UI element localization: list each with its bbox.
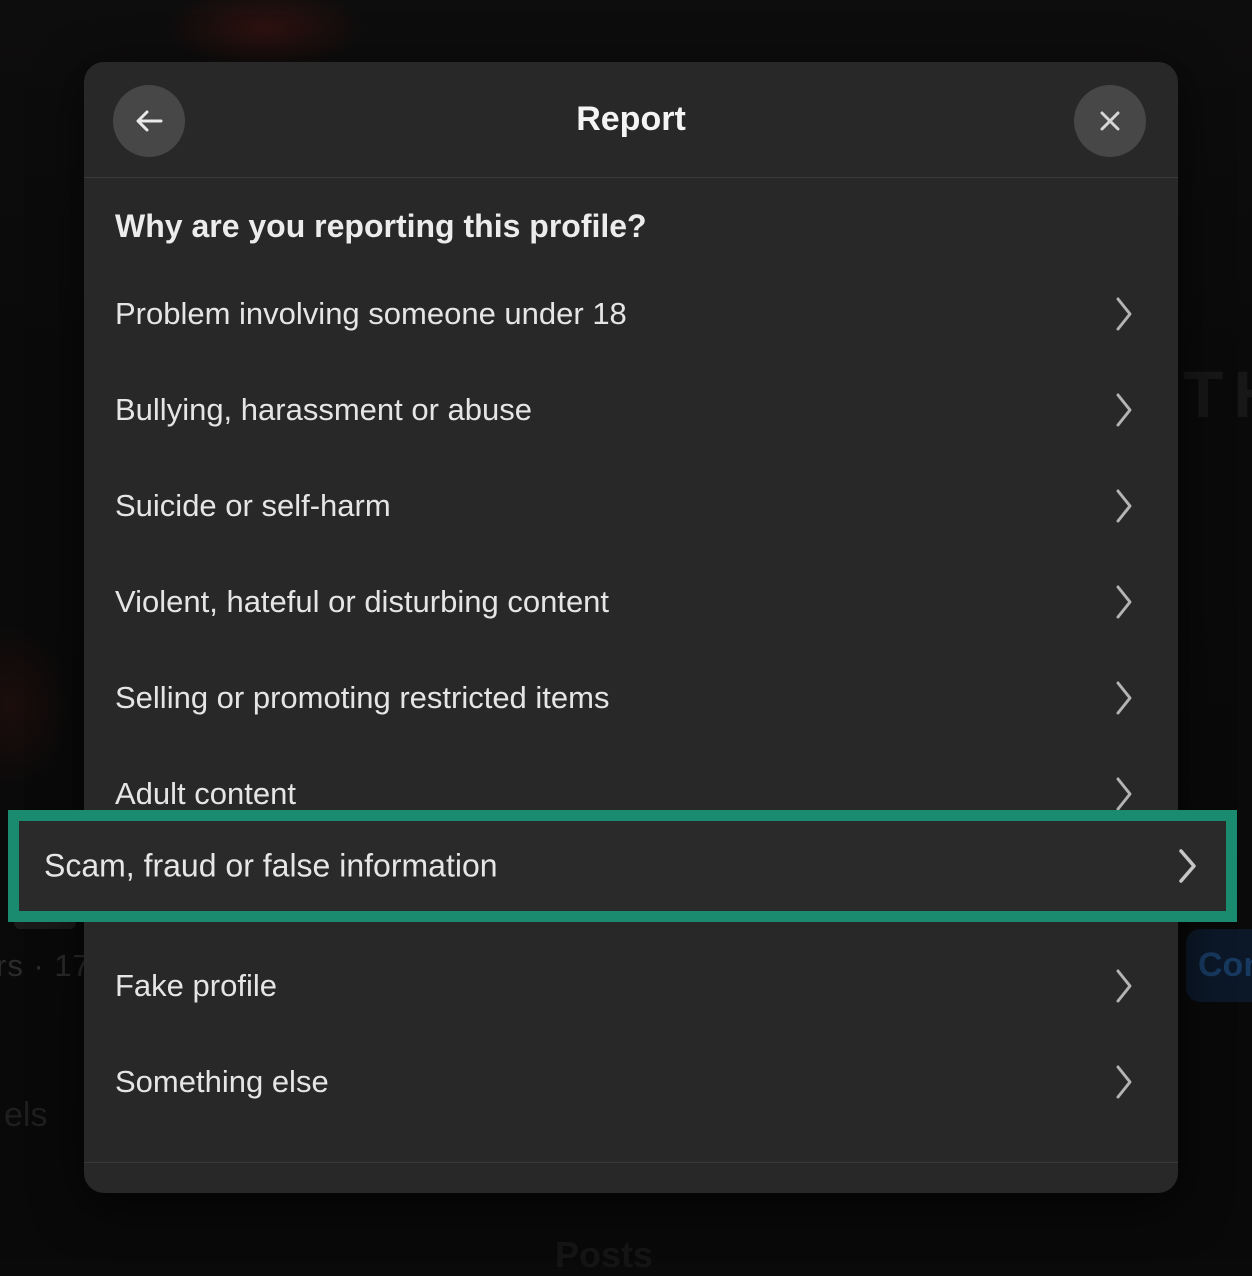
- back-arrow-icon: [131, 103, 167, 139]
- option-label: Adult content: [115, 776, 296, 812]
- option-suicide[interactable]: Suicide or self-harm: [84, 458, 1178, 554]
- report-dialog-header: Report: [84, 62, 1178, 178]
- option-label: Something else: [115, 1064, 329, 1100]
- report-dialog: Report Why are you reporting this profil…: [84, 62, 1178, 1193]
- option-label: Problem involving someone under 18: [115, 296, 627, 332]
- chevron-right-icon: [1113, 391, 1135, 429]
- footer-divider: [84, 1162, 1178, 1163]
- option-scam-fraud-highlighted[interactable]: Scam, fraud or false information: [8, 810, 1237, 922]
- chevron-right-icon: [1113, 679, 1135, 717]
- option-under-18[interactable]: Problem involving someone under 18: [84, 266, 1178, 362]
- option-violent[interactable]: Violent, hateful or disturbing content: [84, 554, 1178, 650]
- option-label: Suicide or self-harm: [115, 488, 391, 524]
- report-question-heading: Why are you reporting this profile?: [115, 208, 647, 245]
- followers-count-fragment: rs · 17: [0, 948, 91, 984]
- option-something-else[interactable]: Something else: [84, 1034, 1178, 1130]
- close-button[interactable]: [1074, 85, 1146, 157]
- option-selling[interactable]: Selling or promoting restricted items: [84, 650, 1178, 746]
- option-label: Violent, hateful or disturbing content: [115, 584, 609, 620]
- chevron-right-icon: [1175, 846, 1199, 886]
- option-label: Fake profile: [115, 968, 277, 1004]
- option-fake-profile[interactable]: Fake profile: [84, 938, 1178, 1034]
- chevron-right-icon: [1113, 487, 1135, 525]
- reels-tab-fragment: els: [4, 1096, 47, 1135]
- option-label: Bullying, harassment or abuse: [115, 392, 532, 428]
- contact-button-fragment: Con: [1186, 929, 1252, 1002]
- option-bullying[interactable]: Bullying, harassment or abuse: [84, 362, 1178, 458]
- close-icon: [1094, 105, 1126, 137]
- background-big-letters: TH: [1183, 356, 1252, 432]
- option-label: Scam, fraud or false information: [44, 848, 498, 885]
- chevron-right-icon: [1113, 295, 1135, 333]
- dialog-title: Report: [576, 100, 686, 139]
- chevron-right-icon: [1113, 967, 1135, 1005]
- chevron-right-icon: [1113, 1063, 1135, 1101]
- option-label: Selling or promoting restricted items: [115, 680, 609, 716]
- back-button[interactable]: [113, 85, 185, 157]
- chevron-right-icon: [1113, 775, 1135, 813]
- posts-tab-fragment: Posts: [555, 1234, 653, 1276]
- chevron-right-icon: [1113, 583, 1135, 621]
